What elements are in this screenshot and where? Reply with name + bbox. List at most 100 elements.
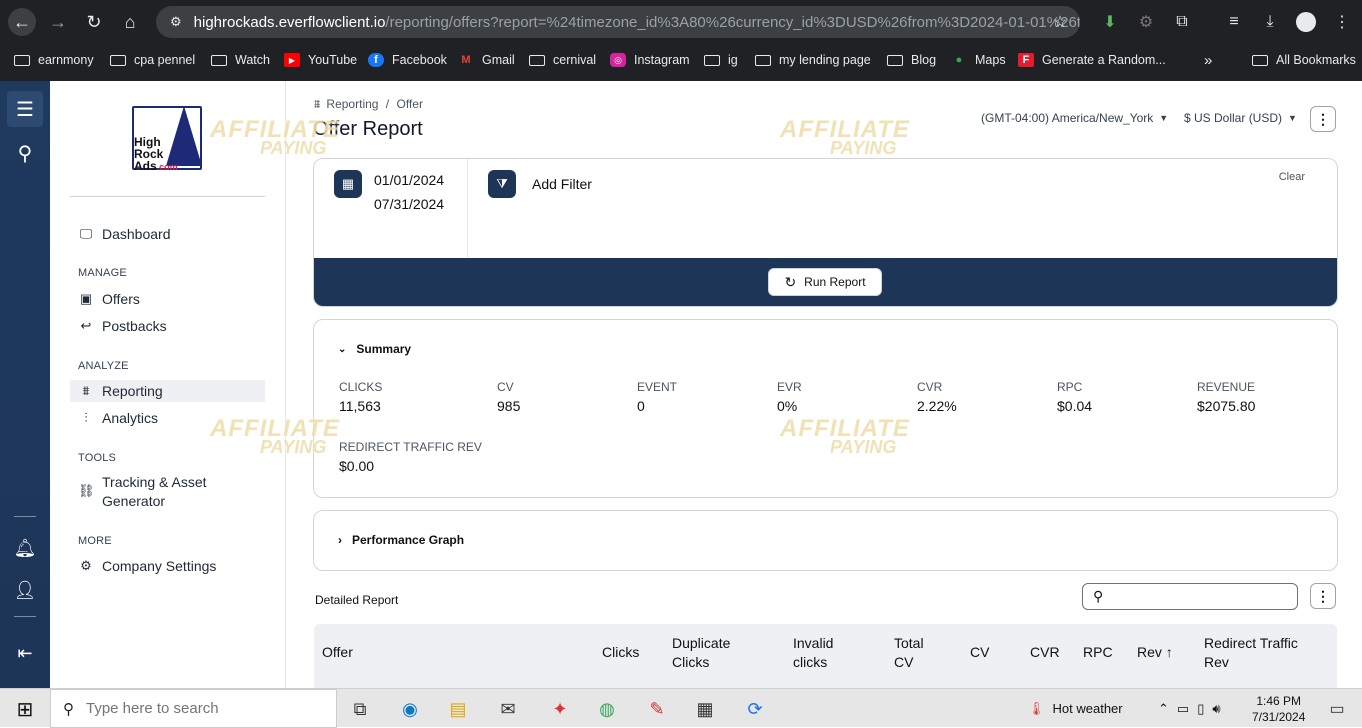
company-logo[interactable]: High Rock Ads.com (132, 106, 202, 172)
calendar-icon: ▦ (334, 170, 362, 198)
volume-icon[interactable]: 🔊︎ (1212, 701, 1220, 717)
clear-filters-link[interactable]: Clear (1279, 171, 1305, 183)
sidebar-divider (70, 196, 265, 197)
add-filter-button[interactable]: ⧩ Add Filter (488, 170, 592, 198)
bookmark-watch[interactable]: Watch (211, 50, 270, 70)
extension-download-icon[interactable]: ⬇ (1098, 10, 1122, 34)
breadcrumb-reporting[interactable]: Reporting (326, 97, 378, 111)
calculator-icon[interactable]: ▦ (690, 694, 720, 724)
col-cvr[interactable]: CVR (1030, 643, 1060, 662)
bookmark-star-icon[interactable]: ☆ (1048, 10, 1072, 34)
summary-toggle[interactable]: ⌄ Summary (338, 342, 411, 356)
notifications-icon[interactable]: ▭ (1322, 694, 1352, 724)
sidebar-item-offers[interactable]: ▣ Offers (70, 288, 265, 310)
sidebar-item-reporting[interactable]: ⩩ Reporting (70, 380, 265, 402)
extension-robot-icon[interactable]: ⚙ (1134, 10, 1158, 34)
taskbar-search-input[interactable] (86, 700, 286, 717)
rail-divider (14, 616, 36, 617)
collapse-sidebar-icon[interactable]: ⇤ (7, 635, 43, 671)
network-icon[interactable]: ▯ (1197, 701, 1204, 717)
weather-widget[interactable]: 🌡︎ Hot weather (1028, 689, 1123, 728)
timezone-select[interactable]: (GMT-04:00) America/New_York ▼ (981, 111, 1168, 125)
report-search-input[interactable] (1111, 589, 1282, 604)
bookmark-instagram[interactable]: ◎ Instagram (610, 50, 690, 70)
col-total-cv[interactable]: Total CV (894, 634, 924, 672)
bookmarks-overflow-chevron[interactable]: » (1204, 50, 1212, 70)
task-view-icon[interactable]: ⧉ (345, 694, 375, 724)
col-rpc[interactable]: RPC (1083, 643, 1113, 662)
media-queue-icon[interactable]: ≡ (1222, 10, 1246, 34)
col-invalid-clicks[interactable]: Invalid clicks (793, 634, 833, 672)
paint-app-icon[interactable]: ✎ (642, 694, 672, 724)
bookmark-ig[interactable]: ig (704, 50, 738, 70)
currency-select[interactable]: $ US Dollar (USD) ▼ (1184, 111, 1297, 125)
folder-icon (110, 54, 126, 66)
taskbar-search[interactable]: ⚲ (50, 689, 337, 728)
sidebar-item-dashboard[interactable]: 🖵 Dashboard (70, 223, 265, 245)
bookmark-generate-random[interactable]: F Generate a Random... (1018, 50, 1166, 70)
profile-avatar[interactable] (1294, 10, 1318, 34)
maps-pin-icon: ● (955, 54, 963, 66)
file-explorer-icon[interactable]: ▤ (443, 694, 473, 724)
sidebar-item-postbacks[interactable]: ↩ Postbacks (70, 315, 265, 337)
extensions-puzzle-icon[interactable]: ⧉ (1170, 10, 1194, 34)
browser-menu-icon[interactable]: ⋮ (1330, 10, 1354, 34)
sidebar-item-tracking-generator[interactable]: ⛓ Tracking & Asset Generator (70, 473, 265, 515)
thermometer-icon: 🌡︎ (1028, 700, 1045, 716)
date-range-picker[interactable]: ▦ 01/01/2024 07/31/2024 (314, 159, 468, 258)
bookmark-blog[interactable]: Blog (887, 50, 936, 70)
site-info-icon[interactable]: ⚙ (170, 14, 182, 30)
reload-icon[interactable]: ↻ (80, 8, 108, 36)
mail-icon[interactable]: ✉ (493, 694, 523, 724)
col-offer[interactable]: Offer (322, 643, 353, 662)
address-bar[interactable]: ⚙ highrockads.everflowclient.io/reportin… (156, 6, 1080, 38)
bell-icon[interactable]: 🔔︎ (7, 530, 43, 566)
bookmark-facebook[interactable]: f Facebook (368, 50, 447, 70)
meet-now-icon[interactable]: ▭ (1177, 701, 1189, 717)
edge-browser-icon[interactable]: ◉ (395, 694, 425, 724)
chevron-up-icon[interactable]: ⌃ (1158, 701, 1169, 717)
caret-down-icon: ▼ (1288, 113, 1297, 123)
col-cv[interactable]: CV (970, 643, 989, 662)
forward-arrow-icon[interactable]: → (44, 8, 72, 36)
chevron-down-icon: ⌄ (338, 343, 347, 355)
home-icon[interactable]: ⌂ (116, 8, 144, 36)
bookmark-earnmony[interactable]: earnmony (14, 50, 94, 70)
bookmark-youtube[interactable]: ▶ YouTube (284, 50, 357, 70)
bookmark-cpa-pennel[interactable]: cpa pennel (110, 50, 195, 70)
performance-graph-toggle[interactable]: › Performance Graph (338, 533, 464, 547)
metric-evr: EVR 0% (777, 380, 802, 414)
return-arrow-icon: ↩ (80, 318, 92, 333)
col-rev-sorted[interactable]: Rev ↑ (1137, 643, 1173, 662)
downloads-icon[interactable]: ⤓ (1258, 10, 1282, 34)
facebook-icon: f (368, 53, 384, 67)
chrome-icon[interactable]: ◍ (592, 694, 622, 724)
bookmark-my-lending-page[interactable]: my lending page (755, 50, 871, 70)
sync-app-icon[interactable]: ⟳ (740, 694, 770, 724)
sidebar-item-analytics[interactable]: ⫶ Analytics (70, 407, 265, 429)
col-duplicate-clicks[interactable]: Duplicate Clicks (672, 634, 730, 672)
clock[interactable]: 1:46 PM 7/31/2024 (1252, 689, 1305, 728)
hamburger-menu-icon[interactable]: ☰ (7, 91, 43, 127)
report-table-header: Offer Clicks Duplicate Clicks Invalid clic… (314, 624, 1337, 688)
app-red-icon[interactable]: ✦ (545, 694, 575, 724)
col-clicks[interactable]: Clicks (602, 643, 639, 662)
user-icon[interactable]: 👤︎ (7, 572, 43, 608)
col-redirect-traffic-rev[interactable]: Redirect Traffic Rev (1204, 634, 1298, 672)
generator-f-icon: F (1018, 53, 1034, 67)
page-options-kebab-icon[interactable]: ⋮ (1310, 106, 1336, 132)
sidebar-item-company-settings[interactable]: ⚙ Company Settings (70, 555, 265, 577)
table-options-kebab-icon[interactable]: ⋮ (1310, 583, 1336, 609)
bookmark-maps[interactable]: ● Maps (951, 50, 1006, 70)
system-tray: ⌃ ▭ ▯ 🔊︎ (1158, 689, 1221, 728)
search-icon[interactable]: ⚲ (7, 135, 43, 171)
report-search[interactable]: ⚲ (1082, 583, 1298, 610)
back-arrow-icon[interactable]: ← (8, 8, 36, 36)
windows-start-icon[interactable]: ⊞ (10, 694, 40, 724)
reporting-chart-icon: ⩩ (82, 383, 90, 398)
bookmark-cernival[interactable]: cernival (529, 50, 596, 70)
bookmark-gmail[interactable]: M Gmail (458, 50, 514, 70)
metric-redirect-traffic-rev: REDIRECT TRAFFIC REV $0.00 (339, 440, 482, 474)
run-report-button[interactable]: ↻ Run Report (768, 268, 882, 296)
all-bookmarks[interactable]: All Bookmarks (1252, 50, 1356, 70)
